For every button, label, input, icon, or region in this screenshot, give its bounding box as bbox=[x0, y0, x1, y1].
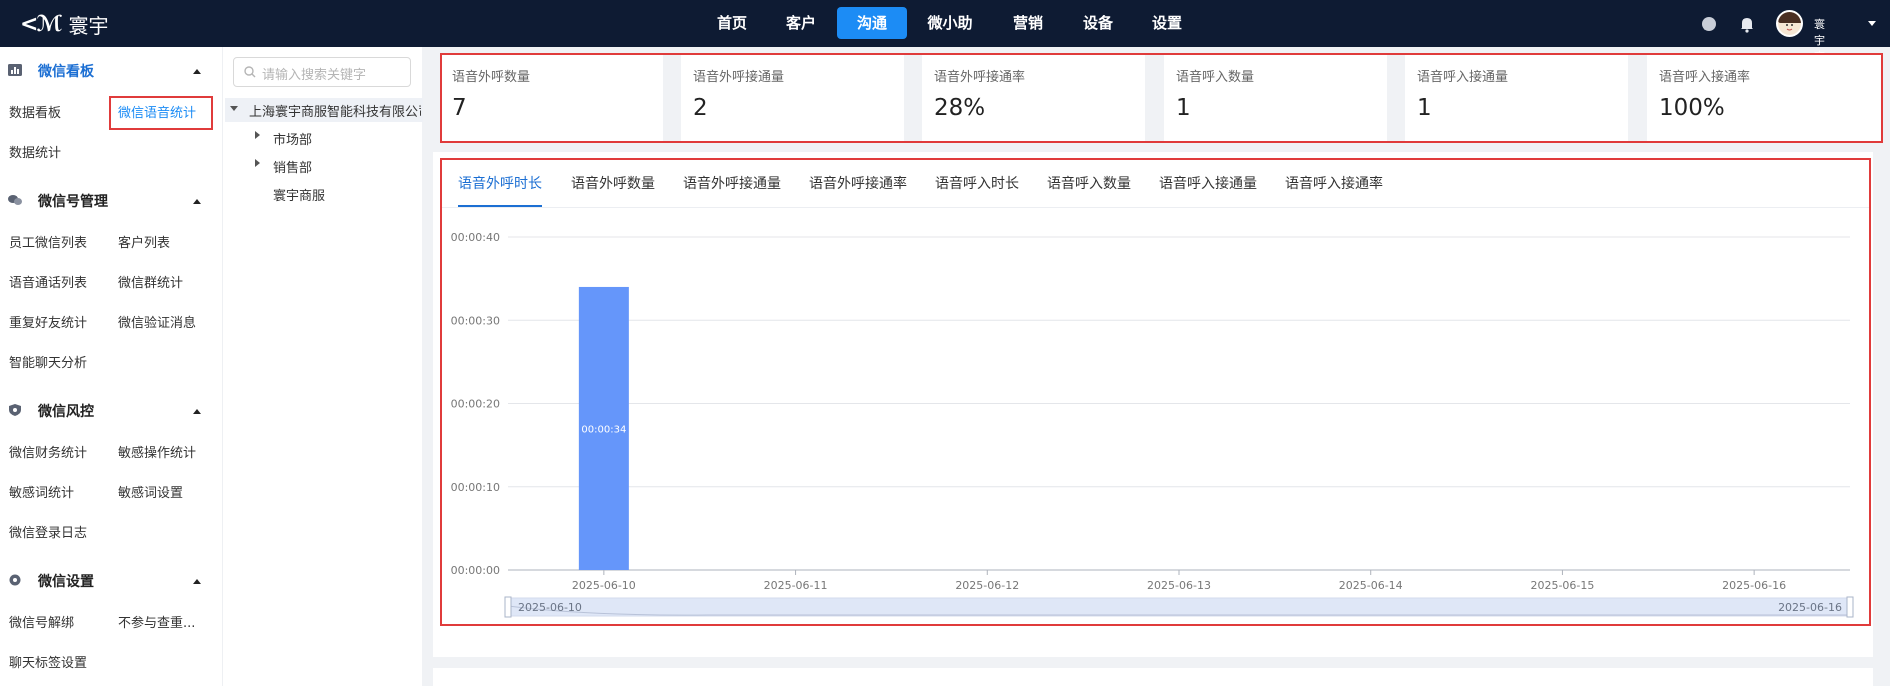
sidebar-item-employee-wechat-list[interactable]: 员工微信列表 bbox=[9, 232, 87, 251]
nav-device[interactable]: 设备 bbox=[1070, 7, 1126, 39]
gear-icon bbox=[9, 574, 21, 586]
search-icon bbox=[244, 66, 256, 78]
sidebar-item-sensitive-ops-stats[interactable]: 敏感操作统计 bbox=[118, 442, 196, 461]
chevron-up-icon[interactable] bbox=[193, 199, 201, 204]
sidebar-item-smart-chat-analysis[interactable]: 智能聊天分析 bbox=[9, 352, 87, 371]
chart-highlight-box bbox=[440, 158, 1871, 626]
sidebar-item-unbind-wechat[interactable]: 微信号解绑 bbox=[9, 612, 74, 631]
sidebar-item-sensitive-word-stats[interactable]: 敏感词统计 bbox=[9, 482, 74, 501]
nav-communication[interactable]: 沟通 bbox=[837, 7, 907, 39]
brand-name: 寰宇 bbox=[68, 13, 109, 38]
bar-chart-icon bbox=[8, 64, 22, 76]
section-title-wechat-settings[interactable]: 微信设置 bbox=[38, 571, 94, 591]
chevron-down-icon[interactable] bbox=[1868, 21, 1876, 26]
search-placeholder: 请输入搜索关键字 bbox=[262, 68, 367, 83]
nav-assistant[interactable]: 微小助 bbox=[919, 7, 981, 39]
section-title-wechat-risk-control[interactable]: 微信风控 bbox=[38, 401, 94, 421]
caret-down-icon[interactable] bbox=[230, 106, 238, 111]
sidebar-item-login-log[interactable]: 微信登录日志 bbox=[9, 522, 87, 541]
sidebar-item-sensitive-word-settings[interactable]: 敏感词设置 bbox=[118, 482, 183, 501]
chevron-up-icon[interactable] bbox=[193, 69, 201, 74]
sidebar-item-exclude-dedup[interactable]: 不参与查重... bbox=[118, 612, 195, 631]
chevron-up-icon[interactable] bbox=[193, 409, 201, 414]
sidebar-item-verification-messages[interactable]: 微信验证消息 bbox=[118, 312, 196, 331]
stats-highlight-box bbox=[440, 53, 1883, 143]
sidebar-item-voice-call-list[interactable]: 语音通话列表 bbox=[9, 272, 87, 291]
sidebar-item-data-stats[interactable]: 数据统计 bbox=[9, 142, 61, 161]
nav-settings[interactable]: 设置 bbox=[1139, 7, 1195, 39]
sidebar-item-customer-list[interactable]: 客户列表 bbox=[118, 232, 170, 251]
chat-icon[interactable] bbox=[1700, 15, 1718, 33]
nav-customer[interactable]: 客户 bbox=[773, 7, 829, 39]
sidebar-item-wechat-group-stats[interactable]: 微信群统计 bbox=[118, 272, 183, 291]
tree-node-root[interactable]: 上海寰宇商服智能科技有限公司 bbox=[249, 101, 421, 120]
section-title-wechat-board[interactable]: 微信看板 bbox=[38, 61, 94, 81]
logo-icon: <ℳ bbox=[20, 11, 63, 37]
tree-node-market[interactable]: 市场部 bbox=[273, 129, 312, 148]
section-title-wechat-management[interactable]: 微信号管理 bbox=[38, 191, 108, 211]
bottom-panel bbox=[433, 668, 1873, 686]
active-item-highlight bbox=[109, 96, 213, 130]
bell-icon[interactable] bbox=[1738, 15, 1756, 33]
sidebar-item-chat-tag-settings[interactable]: 聊天标签设置 bbox=[9, 652, 87, 671]
shield-icon bbox=[9, 404, 21, 416]
search-input[interactable]: 请输入搜索关键字 bbox=[233, 57, 411, 87]
user-avatar[interactable] bbox=[1776, 10, 1803, 37]
nav-marketing[interactable]: 营销 bbox=[1000, 7, 1056, 39]
nav-home[interactable]: 首页 bbox=[704, 7, 760, 39]
sidebar-item-finance-stats[interactable]: 微信财务统计 bbox=[9, 442, 87, 461]
chat-icon bbox=[8, 195, 22, 205]
sidebar-item-data-board[interactable]: 数据看板 bbox=[9, 102, 61, 121]
sidebar: 微信看板 数据看板 微信语音统计 数据统计 微信号管理 员工微信列表 客户列表 … bbox=[0, 47, 222, 686]
chevron-up-icon[interactable] bbox=[193, 579, 201, 584]
caret-right-icon[interactable] bbox=[255, 131, 260, 139]
tree-node-sales[interactable]: 销售部 bbox=[273, 157, 312, 176]
tree-node-huanyu[interactable]: 寰宇商服 bbox=[273, 185, 325, 204]
sidebar-item-duplicate-friends[interactable]: 重复好友统计 bbox=[9, 312, 87, 331]
org-tree-panel: 请输入搜索关键字 上海寰宇商服智能科技有限公司 市场部 销售部 寰宇商服 bbox=[222, 47, 423, 686]
caret-right-icon[interactable] bbox=[255, 159, 260, 167]
brand-logo[interactable]: <ℳ 寰宇 bbox=[20, 10, 108, 38]
top-bar: <ℳ 寰宇 首页 客户 沟通 微小助 营销 设备 设置 寰宇商服 bbox=[0, 0, 1890, 79]
